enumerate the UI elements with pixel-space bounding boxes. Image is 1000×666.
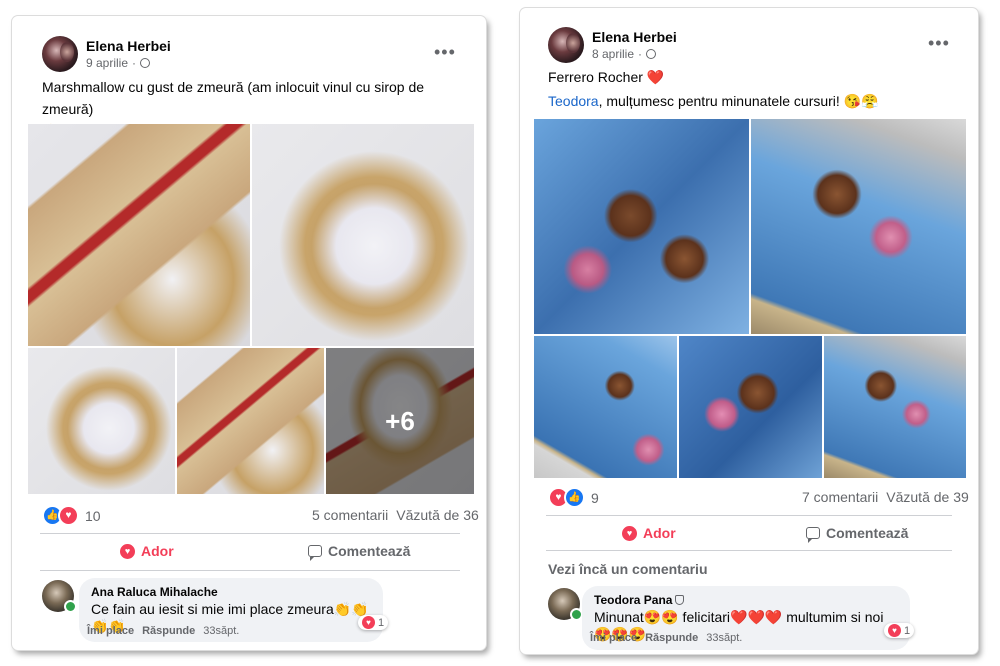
post-counts: 7 comentarii Văzută de 39: [794, 489, 969, 505]
online-status-dot: [64, 600, 77, 613]
heart-icon: ♥: [622, 525, 637, 541]
comment-time[interactable]: 33săpt.: [706, 632, 742, 644]
photo-2[interactable]: [252, 124, 474, 346]
post-text: Ferrero Rocher ❤️ Teodora, mulțumesc pen…: [548, 66, 958, 112]
love-button-label: Ador: [141, 543, 174, 559]
comment-like-link[interactable]: Îmi place: [590, 632, 637, 644]
author-name[interactable]: Elena Herbei: [592, 29, 677, 45]
post-text-line: Marshmallow cu gust de zmeură (am inlocu…: [42, 79, 425, 117]
comment-reaction-count: 1: [378, 616, 385, 629]
divider: [546, 550, 952, 551]
photo-2[interactable]: [751, 119, 966, 334]
heart-icon: ♥: [120, 543, 135, 559]
commenter-name[interactable]: Teodora Pana: [594, 593, 898, 607]
photo-4[interactable]: [177, 348, 324, 494]
more-icon[interactable]: •••: [434, 42, 456, 63]
photo-3[interactable]: [28, 348, 175, 494]
comment-like-link[interactable]: Îmi place: [87, 625, 134, 637]
post-date[interactable]: 9 aprilie: [86, 56, 128, 70]
post-date[interactable]: 8 aprilie: [592, 47, 634, 61]
comment-reply-link[interactable]: Răspunde: [645, 632, 698, 644]
post-text-line-2: , mulțumesc pentru minunatele cursuri! 😘…: [598, 93, 879, 109]
comment-time[interactable]: 33săpt.: [203, 625, 239, 637]
comment-button[interactable]: Comentează: [308, 543, 411, 561]
divider: [40, 570, 460, 571]
post-card-right: Elena Herbei 8 aprilie · ••• Ferrero Roc…: [520, 8, 978, 654]
like-reaction-icon: 👍: [564, 487, 585, 508]
more-icon[interactable]: •••: [928, 33, 950, 54]
comment-reaction[interactable]: ♥ 1: [358, 615, 389, 630]
divider: [40, 533, 460, 534]
heart-icon: ♥: [362, 616, 375, 629]
love-button[interactable]: ♥ Ador: [120, 543, 174, 559]
comments-count[interactable]: 7 comentarii: [802, 489, 878, 505]
author-avatar[interactable]: [548, 27, 584, 63]
reaction-summary[interactable]: 👍 ♥ 10: [42, 505, 101, 526]
more-photos-overlay[interactable]: +6: [326, 348, 474, 494]
divider: [546, 515, 952, 516]
photo-3[interactable]: [534, 336, 677, 478]
comment-button-label: Comentează: [328, 543, 411, 559]
commenter-name[interactable]: Ana Raluca Mihalache: [91, 585, 371, 599]
post-counts: 5 comentarii Văzută de 36: [304, 507, 479, 523]
reaction-summary[interactable]: ♥ 👍 9: [548, 487, 599, 508]
comments-count[interactable]: 5 comentarii: [312, 507, 388, 523]
post-header: Elena Herbei 9 aprilie ·: [42, 36, 171, 72]
reaction-count: 9: [591, 489, 599, 506]
comment-button[interactable]: Comentează: [806, 525, 909, 543]
comment-icon: [308, 545, 322, 561]
post-card-left: Elena Herbei 9 aprilie · ••• Marshmallow…: [12, 16, 486, 650]
shield-icon: [675, 595, 685, 605]
comment-button-label: Comentează: [826, 525, 909, 541]
globe-icon: [140, 58, 151, 68]
view-more-comments-link[interactable]: Vezi încă un comentariu: [548, 561, 708, 577]
photo-5[interactable]: +6: [326, 348, 474, 494]
photo-4[interactable]: [679, 336, 822, 478]
author-avatar[interactable]: [42, 36, 78, 72]
views-count: Văzută de 36: [396, 507, 479, 523]
comment-actions: Îmi place Răspunde 33săpt.: [590, 632, 742, 644]
love-button-label: Ador: [643, 525, 676, 541]
author-name[interactable]: Elena Herbei: [86, 38, 171, 54]
post-header: Elena Herbei 8 aprilie ·: [548, 27, 677, 63]
mention-link[interactable]: Teodora: [548, 93, 599, 109]
love-reaction-icon: ♥: [58, 505, 79, 526]
post-text-line: Ferrero Rocher ❤️: [548, 69, 665, 85]
photo-1[interactable]: [534, 119, 749, 334]
heart-icon: ♥: [888, 624, 901, 637]
globe-icon: [646, 49, 657, 59]
comment-reaction[interactable]: ♥ 1: [884, 623, 915, 638]
comment-icon: [806, 527, 820, 543]
love-button[interactable]: ♥ Ador: [622, 525, 676, 541]
reaction-count: 10: [85, 507, 101, 524]
views-count: Văzută de 39: [886, 489, 969, 505]
comment-actions: Îmi place Răspunde 33săpt.: [87, 625, 239, 637]
comment-reply-link[interactable]: Răspunde: [142, 625, 195, 637]
commenter-name-text: Teodora Pana: [594, 593, 673, 607]
photo-5[interactable]: [824, 336, 966, 478]
photo-1[interactable]: [28, 124, 250, 346]
comment-reaction-count: 1: [904, 624, 911, 637]
